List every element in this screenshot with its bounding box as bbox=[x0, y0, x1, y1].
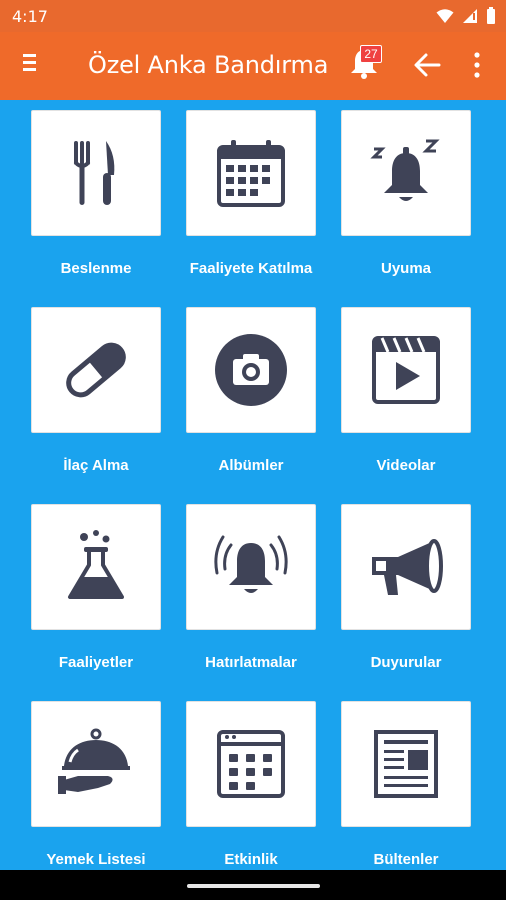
tile-label: Faaliyete Katılma bbox=[189, 260, 313, 277]
tile-card[interactable] bbox=[31, 504, 161, 630]
signal-icon bbox=[463, 9, 477, 23]
tile-card[interactable] bbox=[31, 307, 161, 433]
tile-card[interactable] bbox=[186, 110, 316, 236]
tile-hatirlatmalar[interactable]: Hatırlatmalar bbox=[186, 504, 316, 678]
tile-ilac-alma[interactable]: İlaç Alma bbox=[31, 307, 161, 481]
page-title: Özel Anka Bandırma bbox=[88, 51, 329, 79]
tile-beslenme[interactable]: Beslenme bbox=[31, 110, 161, 284]
tile-label: Beslenme bbox=[60, 260, 132, 277]
newspaper-icon bbox=[374, 730, 438, 798]
menu-grid: Beslenme Faaliyete Katılma Uyuma İlaç Al… bbox=[31, 110, 476, 870]
event-calendar-icon bbox=[217, 730, 285, 798]
tile-label: Videolar bbox=[376, 457, 436, 474]
tile-card[interactable] bbox=[186, 307, 316, 433]
utensils-icon bbox=[74, 141, 115, 205]
tile-card[interactable] bbox=[186, 701, 316, 827]
tile-bultenler[interactable]: Bültenler bbox=[341, 701, 471, 875]
navigation-bar bbox=[0, 870, 506, 900]
tile-card[interactable] bbox=[31, 701, 161, 827]
megaphone-icon bbox=[372, 539, 443, 595]
calendar-icon bbox=[217, 140, 285, 207]
tile-label: İlaç Alma bbox=[63, 457, 129, 474]
sleep-bell-icon bbox=[370, 139, 440, 201]
status-icons bbox=[436, 7, 496, 25]
more-vertical-icon[interactable] bbox=[471, 51, 483, 79]
tile-card[interactable] bbox=[341, 307, 471, 433]
tile-card[interactable] bbox=[341, 701, 471, 827]
battery-icon bbox=[487, 7, 495, 24]
flask-icon bbox=[68, 530, 124, 599]
notification-badge: 27 bbox=[360, 45, 382, 63]
video-icon bbox=[372, 336, 440, 404]
tile-card[interactable] bbox=[186, 504, 316, 630]
tile-etkinlik[interactable]: Etkinlik bbox=[186, 701, 316, 875]
tile-label: Faaliyetler bbox=[58, 654, 134, 671]
app-bar: Özel Anka Bandırma 27 bbox=[0, 32, 506, 100]
alarm-bell-icon bbox=[214, 535, 288, 593]
tile-label: Duyurular bbox=[370, 654, 442, 671]
tile-faaliyetler[interactable]: Faaliyetler bbox=[31, 504, 161, 678]
status-bar: 4:17 bbox=[0, 0, 506, 32]
camera-icon bbox=[215, 334, 287, 406]
pill-icon bbox=[66, 342, 126, 398]
tile-card[interactable] bbox=[341, 110, 471, 236]
status-time: 4:17 bbox=[12, 7, 48, 26]
cloche-icon bbox=[58, 728, 130, 794]
tile-videolar[interactable]: Videolar bbox=[341, 307, 471, 481]
tile-label: Uyuma bbox=[380, 260, 432, 277]
tile-label: Albümler bbox=[218, 457, 284, 474]
home-gesture-handle[interactable] bbox=[187, 884, 320, 888]
tile-card[interactable] bbox=[341, 504, 471, 630]
tile-albumler[interactable]: Albümler bbox=[186, 307, 316, 481]
tile-faaliyete-katilma[interactable]: Faaliyete Katılma bbox=[186, 110, 316, 284]
tile-card[interactable] bbox=[31, 110, 161, 236]
menu-icon[interactable] bbox=[22, 52, 40, 72]
tile-label: Hatırlatmalar bbox=[205, 654, 297, 671]
tile-uyuma[interactable]: Uyuma bbox=[341, 110, 471, 284]
tile-duyurular[interactable]: Duyurular bbox=[341, 504, 471, 678]
tile-yemek-listesi[interactable]: Yemek Listesi bbox=[31, 701, 161, 875]
back-arrow-icon[interactable] bbox=[411, 49, 443, 81]
wifi-icon bbox=[436, 9, 454, 23]
